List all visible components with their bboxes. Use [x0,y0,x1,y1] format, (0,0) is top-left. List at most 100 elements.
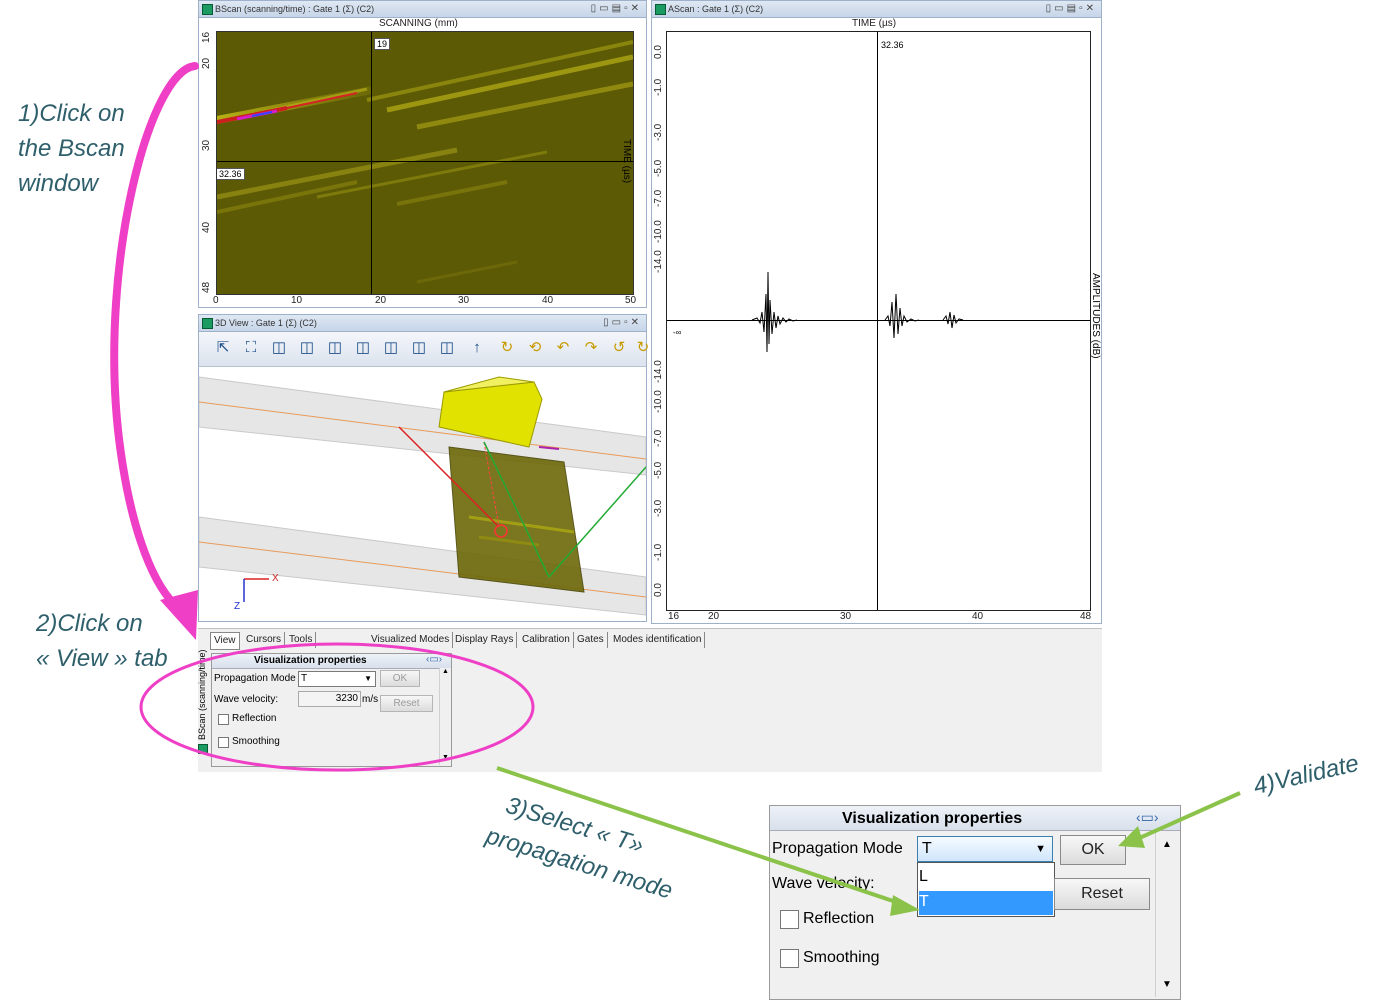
tab-gates[interactable]: Gates [574,632,608,648]
zoom-reset-button[interactable]: Reset [1054,878,1150,910]
zoom-velocity-label: Wave velocity: [772,875,875,892]
zoom-reflection-checkbox[interactable] [780,910,799,929]
ascan-titlebar[interactable]: AScan : Gate 1 (Σ) (C2) ▯▭▤▫✕ [652,1,1101,18]
arrow-up-icon[interactable]: ↑ [467,338,487,358]
cube-view-icon[interactable]: ◫ [325,338,345,358]
rotate-icon[interactable]: ↻ [497,338,517,358]
ascan-y-tick: -10.0 [653,390,664,413]
view3d-toolbar: ⇱ ⛶ ◫ ◫ ◫ ◫ ◫ ◫ ◫ ↑ ↻ ⟲ ↶ ↷ ↺ ↻ [199,332,649,367]
window-controls[interactable]: ▯▭▫✕ [603,315,642,331]
cube-view-icon[interactable]: ◫ [381,338,401,358]
bscan-x-tick: 10 [291,295,303,306]
bscan-x-tick: 20 [375,295,387,306]
window-controls[interactable]: ▯▭▤▫✕ [1046,1,1097,17]
cube-view-icon[interactable]: ◫ [297,338,317,358]
side-panel-tab[interactable]: BScan (scanning/time) [197,648,209,758]
zoom-propagation-select[interactable]: T ▼ [917,836,1053,862]
dropdown-option-l[interactable]: L [919,866,1053,890]
view3d-axis-x-label: X [272,573,279,584]
tab-tools[interactable]: Tools [286,632,317,648]
rotate-icon[interactable]: ↷ [581,338,601,358]
propagation-mode-select[interactable]: T ▼ [298,671,376,687]
cube-view-icon[interactable]: ◫ [269,338,289,358]
propagation-dropdown-list[interactable]: L T [917,862,1055,917]
scroll-up-icon[interactable]: ▲ [442,668,449,675]
ascan-x-tick: 30 [840,611,852,622]
annotation-line: window [18,170,99,197]
wave-velocity-input[interactable]: 3230 [298,691,361,707]
chevron-down-icon: ▼ [364,674,372,683]
reset-button[interactable]: Reset [380,695,433,712]
vis-props-scrollbar[interactable]: ▲ ▼ [439,668,451,765]
window-controls[interactable]: ▯▭▤▫✕ [591,1,642,17]
annotation-line: 4)Validate [1250,749,1362,801]
properties-tabs: View Cursors Tools Visualized Modes Disp… [210,632,1110,650]
ascan-waveform [751,271,964,353]
ascan-plot[interactable]: 32.36 -∞ [666,31,1091,611]
cube-view-icon[interactable]: ◫ [437,338,457,358]
reflection-label: Reflection [232,713,277,724]
bscan-cursor-vertical[interactable] [371,32,372,294]
cube-view-icon[interactable]: ◫ [353,338,373,358]
bscan-cursor-horizontal[interactable] [217,161,633,162]
ascan-x-tick: 20 [708,611,720,622]
bscan-echo-image [217,40,633,284]
ascan-y-tick: -1.0 [653,543,664,561]
rotate-icon[interactable]: ↺ [609,338,629,358]
rotate-icon[interactable]: ↻ [633,338,653,358]
zoom-ok-button[interactable]: OK [1060,835,1126,865]
ascan-x-tick: 48 [1080,611,1092,622]
ascan-y-tick: -14.0 [653,250,664,273]
view3d-window[interactable]: 3D View : Gate 1 (Σ) (C2) ▯▭▫✕ ⇱ ⛶ ◫ ◫ ◫… [198,314,649,622]
zoom-header: Visualization properties ‹▭› [770,806,1180,831]
select-tool-icon[interactable]: ⇱ [213,338,233,358]
view3d-scene[interactable] [199,367,646,621]
tab-modes-identification[interactable]: Modes identification [610,632,706,648]
bscan-y-tick: 48 [201,281,212,293]
fit-view-icon[interactable]: ⛶ [241,338,261,358]
ascan-y-tick: -7.0 [653,429,664,447]
collapse-icon[interactable]: ‹▭› [1136,809,1159,826]
tab-display-rays[interactable]: Display Rays [452,632,518,648]
wave-velocity-label: Wave velocity: [214,694,279,705]
rotate-icon[interactable]: ↶ [553,338,573,358]
scroll-down-icon[interactable]: ▼ [442,754,449,761]
ascan-y-tick: -3.0 [653,123,664,141]
smoothing-checkbox[interactable] [218,737,229,748]
bscan-y-tick: 40 [201,221,212,233]
tab-view[interactable]: View [210,632,240,650]
annotation-step4: 4)Validate [1250,746,1362,804]
bscan-plot[interactable]: 19 32.36 [216,31,634,295]
zoom-smoothing-checkbox[interactable] [780,949,799,968]
bscan-titlebar[interactable]: BScan (scanning/time) : Gate 1 (Σ) (C2) … [199,1,646,18]
propagation-mode-label: Propagation Mode [214,673,296,684]
bscan-y-tick: 16 [201,31,212,43]
tab-visualized-modes[interactable]: Visualized Modes [368,632,454,648]
view3d-titlebar[interactable]: 3D View : Gate 1 (Σ) (C2) ▯▭▫✕ [199,315,646,332]
collapse-icon[interactable]: ‹▭› [426,654,442,665]
tab-calibration[interactable]: Calibration [519,632,574,648]
ascan-y-axis-label: AMPLITUDES (dB) [1090,273,1101,359]
cube-view-icon[interactable]: ◫ [409,338,429,358]
vis-props-header: Visualization properties ‹▭› [212,654,451,669]
scroll-down-icon[interactable]: ▼ [1162,979,1172,990]
zoom-propagation-value: T [922,840,932,857]
vis-props-title: Visualization properties [254,655,367,666]
ok-button[interactable]: OK [380,670,420,687]
bscan-y-axis-label: TIME (µs) [621,139,632,184]
bscan-x-tick: 50 [625,295,637,306]
bscan-window[interactable]: BScan (scanning/time) : Gate 1 (Σ) (C2) … [198,0,647,308]
ascan-y-tick: -3.0 [653,499,664,517]
bscan-title: BScan (scanning/time) : Gate 1 (Σ) (C2) [215,4,375,14]
annotation-step1: 1)Click on the Bscan window [18,96,125,201]
ascan-window[interactable]: AScan : Gate 1 (Σ) (C2) ▯▭▤▫✕ TIME (µs) … [651,0,1102,624]
tab-cursors[interactable]: Cursors [243,632,286,648]
scroll-up-icon[interactable]: ▲ [1162,839,1172,850]
reflection-checkbox[interactable] [218,714,229,725]
rotate-icon[interactable]: ⟲ [525,338,545,358]
ascan-y-tick: -10.0 [653,220,664,243]
dropdown-option-t[interactable]: T [919,891,1053,915]
annotation-step2: 2)Click on « View » tab [36,606,168,676]
ascan-y-tick: -5.0 [653,159,664,177]
zoom-scrollbar[interactable]: ▲ ▼ [1155,831,1178,997]
